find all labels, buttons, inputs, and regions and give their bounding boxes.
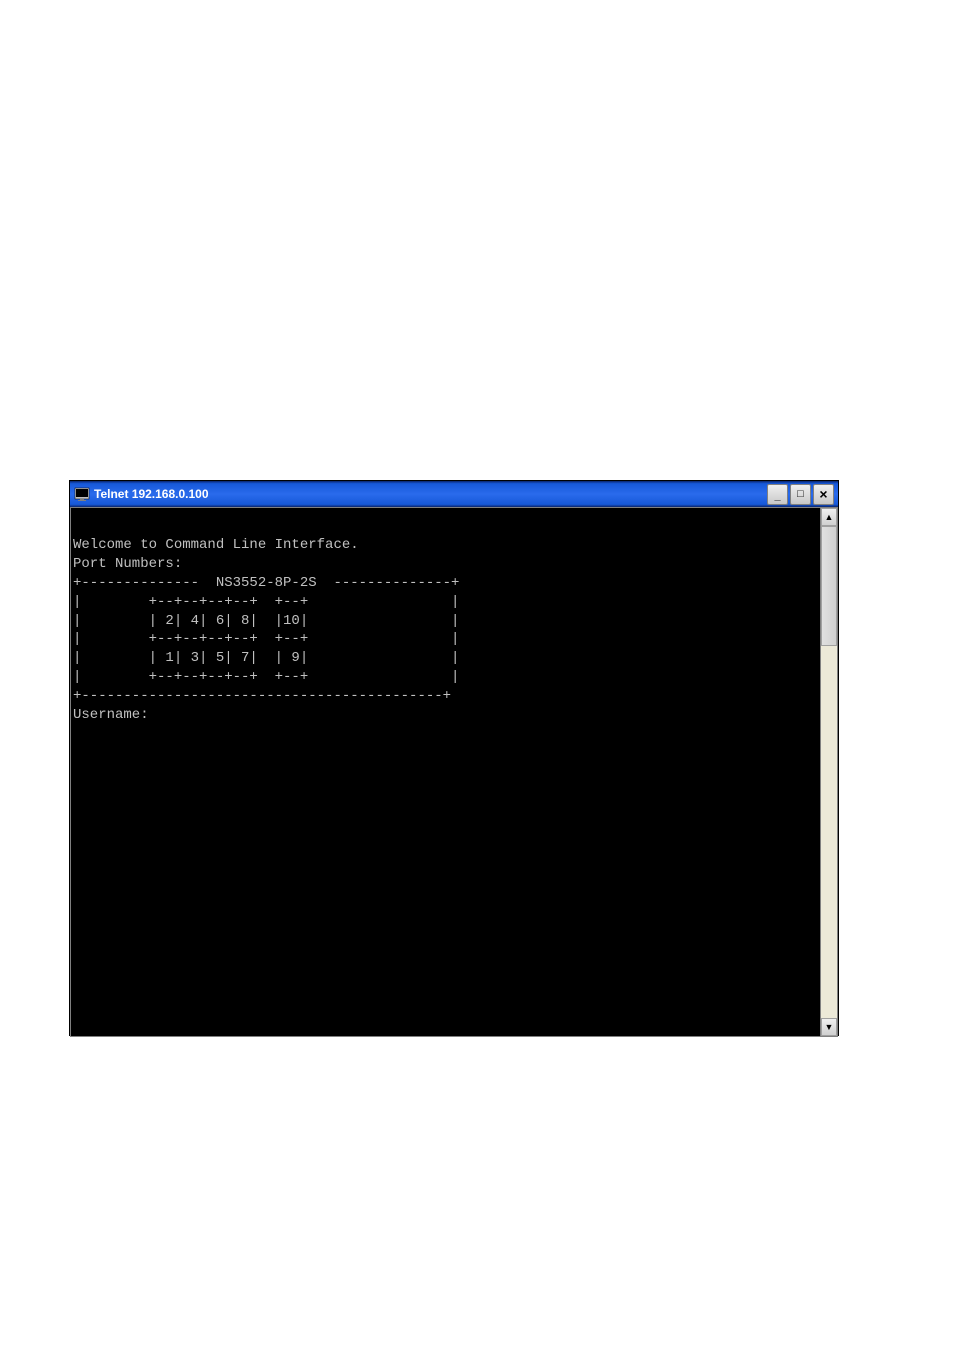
terminal-line: +---------------------------------------… <box>73 687 818 706</box>
scroll-down-button[interactable]: ▼ <box>821 1018 837 1036</box>
scroll-track[interactable] <box>821 526 837 1018</box>
terminal-line: | +--+--+--+--+ +--+ | <box>73 593 818 612</box>
scrollbar[interactable]: ▲ ▼ <box>820 507 838 1037</box>
username-prompt-label: Username: <box>73 707 157 723</box>
terminal-line: Welcome to Command Line Interface. <box>73 536 818 555</box>
close-button[interactable]: × <box>813 484 834 505</box>
scroll-up-button[interactable]: ▲ <box>821 508 837 526</box>
terminal-output[interactable]: Welcome to Command Line Interface.Port N… <box>70 507 820 1037</box>
scroll-thumb[interactable] <box>821 526 837 646</box>
maximize-button[interactable]: □ <box>790 484 811 505</box>
titlebar[interactable]: Telnet 192.168.0.100 _ □ × <box>70 481 838 507</box>
terminal-line: | | 1| 3| 5| 7| | 9| | <box>73 649 818 668</box>
telnet-window: Telnet 192.168.0.100 _ □ × Welcome to Co… <box>69 480 839 1036</box>
terminal-icon <box>74 486 90 502</box>
window-controls: _ □ × <box>767 484 834 505</box>
terminal-line: Port Numbers: <box>73 555 818 574</box>
terminal-line: | +--+--+--+--+ +--+ | <box>73 630 818 649</box>
terminal-line: | | 2| 4| 6| 8| |10| | <box>73 612 818 631</box>
terminal-line: | +--+--+--+--+ +--+ | <box>73 668 818 687</box>
terminal-wrapper: Welcome to Command Line Interface.Port N… <box>70 507 838 1037</box>
minimize-button[interactable]: _ <box>767 484 788 505</box>
terminal-line: +-------------- NS3552-8P-2S -----------… <box>73 574 818 593</box>
window-title: Telnet 192.168.0.100 <box>94 487 767 501</box>
